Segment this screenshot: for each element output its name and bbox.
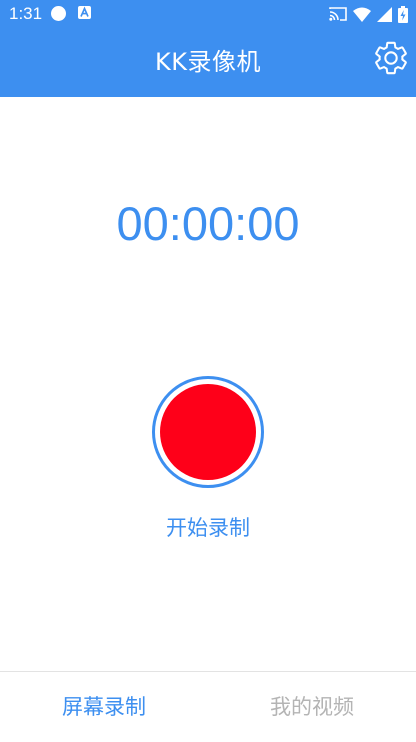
record-button[interactable]: [152, 376, 264, 488]
status-time: 1:31: [9, 4, 43, 23]
app-title: KK录像机: [155, 48, 261, 76]
cast-icon: [329, 6, 347, 22]
record-label[interactable]: 开始录制: [0, 513, 416, 543]
battery-icon: [398, 5, 408, 23]
record-dot-icon: [160, 384, 256, 480]
wifi-icon: [353, 7, 371, 22]
notification-dot-icon: [51, 6, 66, 21]
recording-timer: 00:00:00: [116, 197, 300, 250]
bottom-nav: 屏幕录制 我的视频: [0, 671, 416, 742]
tab-my-videos[interactable]: 我的视频: [208, 672, 416, 742]
app-bar: KK录像机: [0, 28, 416, 97]
gear-icon: [375, 41, 407, 75]
settings-button[interactable]: [372, 39, 410, 77]
cell-signal-icon: [377, 6, 392, 22]
tab-screen-record[interactable]: 屏幕录制: [0, 672, 208, 742]
status-bar: 1:31: [0, 0, 416, 28]
a-badge-icon: [78, 6, 91, 19]
status-icons: [329, 4, 408, 24]
